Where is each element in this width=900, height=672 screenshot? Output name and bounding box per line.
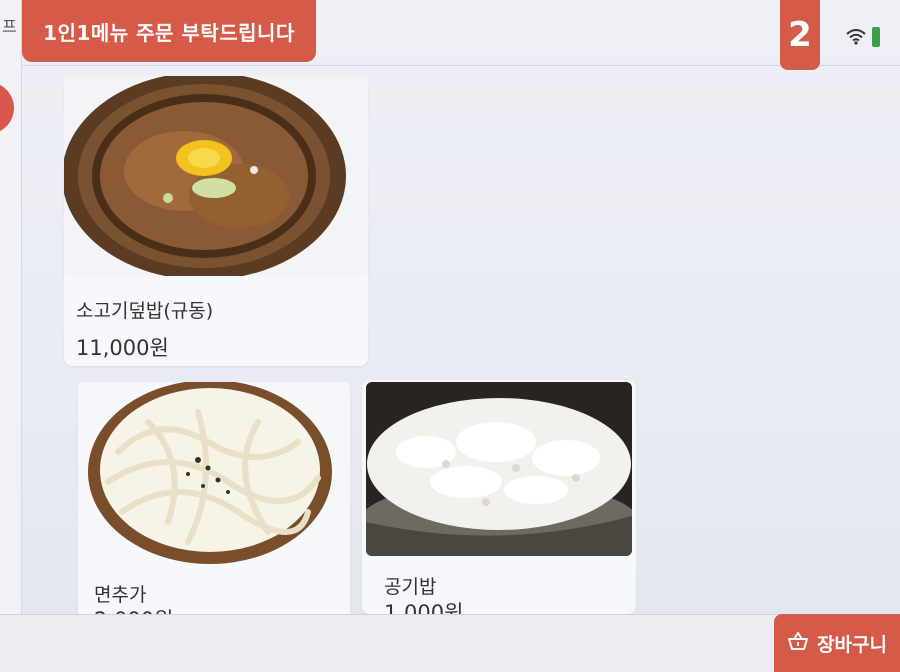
kiosk-screen: 프 1인1메뉴 주문 부탁드립니다 2 소고기덮밥(규동) 11,000원 면추…	[0, 0, 900, 672]
battery-icon	[872, 27, 880, 47]
category-indicator	[0, 82, 14, 134]
noodles-image	[78, 382, 350, 572]
cart-count-badge: 2	[780, 0, 820, 70]
category-tab-label[interactable]: 프	[2, 18, 17, 36]
gyudon-image	[64, 76, 368, 276]
menu-item-price: 1,000원	[384, 602, 464, 614]
menu-item-name: 면추가	[94, 584, 147, 606]
category-sidebar: 프	[0, 0, 22, 672]
menu-item-rice[interactable]: 공기밥 1,000원	[362, 380, 636, 614]
menu-item-name: 공기밥	[384, 576, 437, 598]
cart-button-label: 장바구니	[817, 633, 887, 656]
menu-item-price: 11,000원	[76, 336, 169, 360]
menu-item-name: 소고기덮밥(규동)	[76, 300, 214, 322]
menu-item-gyudon[interactable]: 소고기덮밥(규동) 11,000원	[64, 76, 368, 366]
wifi-icon	[846, 29, 866, 45]
menu-grid: 소고기덮밥(규동) 11,000원 면추가 공기밥 1,000원	[22, 66, 900, 622]
menu-item-extra-noodles[interactable]: 면추가 2,000원	[78, 382, 350, 622]
order-notice-banner: 1인1메뉴 주문 부탁드립니다	[22, 0, 316, 62]
bottom-bar	[0, 614, 900, 672]
cart-button[interactable]: 장바구니	[774, 614, 900, 672]
status-indicators	[846, 24, 880, 50]
rice-image	[366, 382, 632, 556]
basket-icon	[787, 631, 809, 656]
